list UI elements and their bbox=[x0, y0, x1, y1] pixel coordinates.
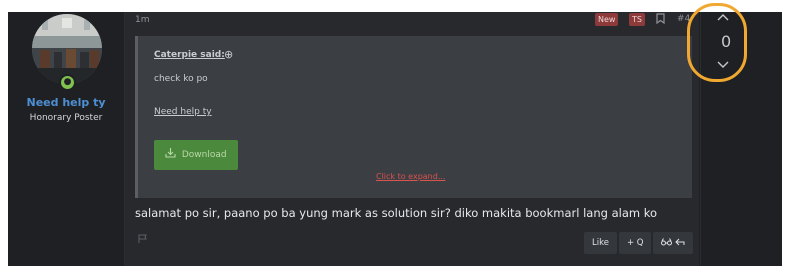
flag-icon[interactable] bbox=[138, 234, 148, 247]
reply-button[interactable] bbox=[653, 232, 694, 254]
post-actions: Like + Q bbox=[584, 232, 694, 254]
download-label: Download bbox=[181, 150, 227, 160]
quote-author-link[interactable]: Caterpie said: bbox=[154, 50, 225, 60]
post-number[interactable]: #4 bbox=[677, 14, 690, 24]
arrow-up-circle-icon[interactable]: ⊕ bbox=[224, 48, 233, 61]
post-main: 1m New TS #4 Caterpie said: ⊕ check ko p… bbox=[125, 12, 699, 266]
like-button[interactable]: Like bbox=[584, 232, 617, 254]
reply-icon bbox=[675, 238, 685, 248]
online-status-icon: ● bbox=[59, 74, 76, 91]
bookmark-icon[interactable] bbox=[656, 13, 665, 27]
thread-starter-badge: TS bbox=[629, 13, 645, 26]
chevron-up-icon[interactable] bbox=[717, 10, 729, 24]
quote-block: Caterpie said: ⊕ check ko po Need help t… bbox=[135, 36, 692, 198]
glasses-icon bbox=[661, 238, 675, 248]
quote-text: check ko po bbox=[154, 74, 208, 84]
download-button[interactable]: Download bbox=[154, 140, 238, 170]
user-title: Honorary Poster bbox=[29, 113, 103, 123]
quote-link[interactable]: Need help ty bbox=[154, 107, 212, 117]
user-pane: ● Need help ty Honorary Poster bbox=[8, 12, 125, 266]
new-badge: New bbox=[595, 13, 619, 26]
vote-count: 0 bbox=[721, 32, 732, 51]
forum-post: ● Need help ty Honorary Poster 1m New TS… bbox=[8, 12, 782, 266]
post-time[interactable]: 1m bbox=[135, 15, 150, 25]
vote-pane: 0 bbox=[700, 12, 782, 266]
multi-quote-button[interactable]: + Q bbox=[618, 232, 652, 254]
click-to-expand-link[interactable]: Click to expand... bbox=[376, 172, 445, 181]
download-icon bbox=[165, 148, 179, 160]
post-body: salamat po sir, paano po ba yung mark as… bbox=[135, 206, 658, 220]
username[interactable]: Need help ty bbox=[8, 96, 124, 109]
chevron-down-icon[interactable] bbox=[717, 58, 729, 72]
